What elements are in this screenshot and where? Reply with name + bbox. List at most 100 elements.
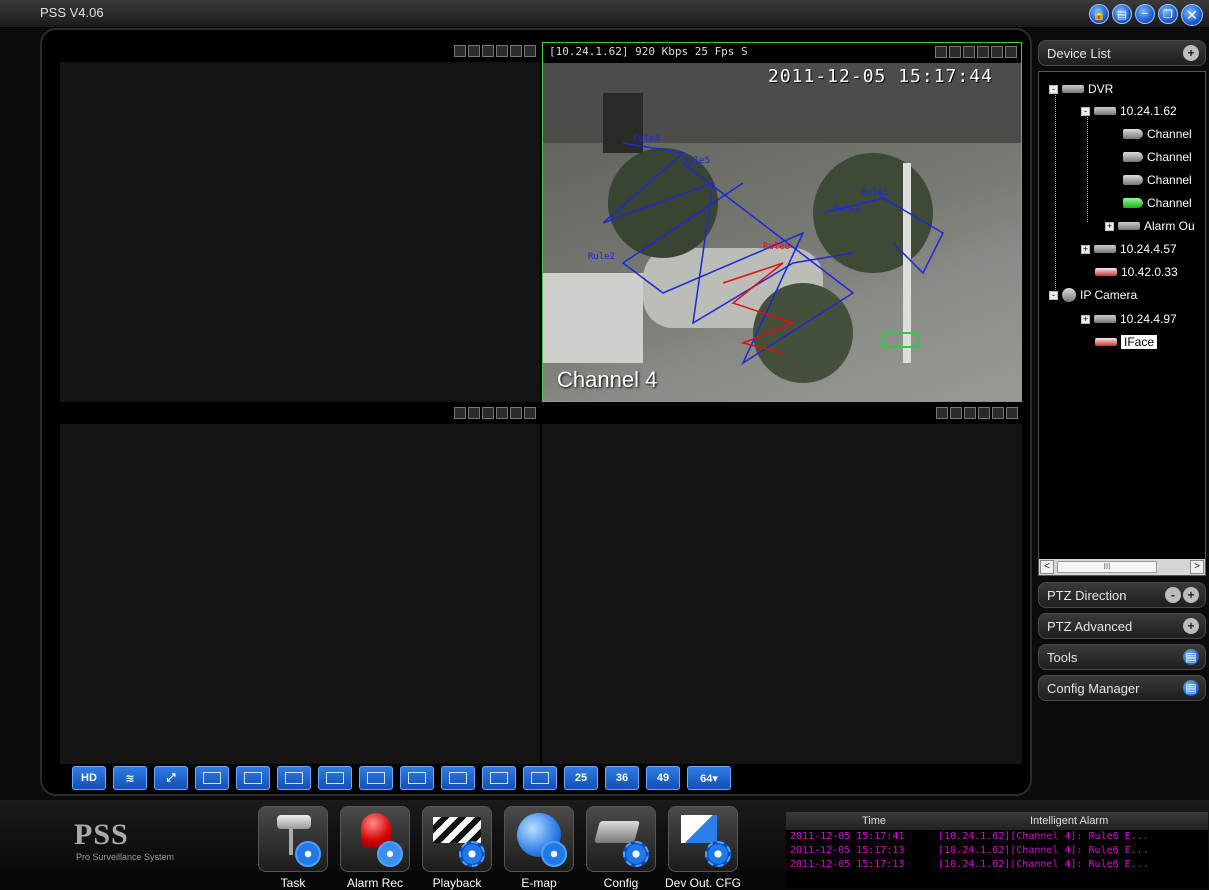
minimize-button[interactable]: −: [1135, 4, 1155, 24]
layout-16-icon[interactable]: [482, 766, 516, 790]
close-pane-icon[interactable]: [524, 407, 536, 419]
tree-node-dvr[interactable]: - DVR: [1049, 82, 1113, 96]
device-list-header[interactable]: Device List +: [1038, 40, 1206, 66]
fullscreen-icon[interactable]: ⤢: [154, 766, 188, 790]
fullscreen-icon[interactable]: [454, 45, 466, 57]
pane-toolbar: [60, 404, 540, 424]
tree-node-channel[interactable]: Channel: [1123, 196, 1192, 210]
stream-info: [10.24.1.62] 920 Kbps 25 Fps S: [549, 45, 748, 58]
playback-button[interactable]: Playback: [422, 806, 492, 890]
record-icon[interactable]: [496, 45, 508, 57]
video-pane-2[interactable]: [10.24.1.62] 920 Kbps 25 Fps S Rule4 Rul…: [542, 42, 1022, 402]
alarm-rec-button[interactable]: Alarm Rec: [340, 806, 410, 890]
record-icon[interactable]: [978, 407, 990, 419]
video-pane-3[interactable]: [60, 404, 540, 764]
add-icon[interactable]: +: [1183, 618, 1199, 634]
config-button[interactable]: Config: [586, 806, 656, 890]
window-controls: 🔒 ▤ − ❐ ✕: [1089, 4, 1203, 26]
list-icon[interactable]: ▤: [1183, 680, 1199, 696]
video-pane-1[interactable]: [60, 42, 540, 402]
dev-out-cfg-icon: [668, 806, 738, 872]
e-map-button[interactable]: E-map: [504, 806, 574, 890]
layout-49-button[interactable]: 49: [646, 766, 680, 790]
rule-label: Rule2: [588, 252, 615, 262]
tree-node-ip-camera[interactable]: - IP Camera: [1049, 288, 1137, 302]
layout-9-icon[interactable]: [359, 766, 393, 790]
sequence-icon[interactable]: ≋: [113, 766, 147, 790]
layout-6-icon[interactable]: [277, 766, 311, 790]
add-icon[interactable]: +: [1183, 45, 1199, 61]
layout-13-icon[interactable]: [441, 766, 475, 790]
tree-node-device[interactable]: 10.42.0.33: [1095, 265, 1178, 279]
list-icon[interactable]: ▤: [1183, 649, 1199, 665]
dev-out-cfg-button[interactable]: Dev Out. CFG: [665, 806, 741, 890]
snapshot-icon[interactable]: [482, 407, 494, 419]
minus-icon[interactable]: -: [1165, 587, 1181, 603]
scroll-thumb[interactable]: III: [1057, 561, 1157, 573]
alarm-row[interactable]: 2011-12-05 15:17:41 [10.24.1.62][Channel …: [786, 830, 1208, 844]
hd-button[interactable]: HD: [72, 766, 106, 790]
layout-4-icon[interactable]: [236, 766, 270, 790]
task-button[interactable]: Task: [258, 806, 328, 890]
layout-8-icon[interactable]: [318, 766, 352, 790]
tree-node-channel[interactable]: Channel: [1123, 173, 1192, 187]
layout-64-dropdown[interactable]: 64▾: [687, 766, 731, 790]
scroll-right-icon[interactable]: >: [1190, 560, 1204, 574]
close-pane-icon[interactable]: [524, 45, 536, 57]
tree-node-device[interactable]: +10.24.4.57: [1081, 242, 1177, 256]
tree-node-channel[interactable]: Channel: [1123, 150, 1192, 164]
close-pane-icon[interactable]: [1006, 407, 1018, 419]
ptz-advanced-header[interactable]: PTZ Advanced +: [1038, 613, 1206, 639]
snapshot-icon[interactable]: [482, 45, 494, 57]
layout-20-icon[interactable]: [523, 766, 557, 790]
alarm-row[interactable]: 2011-12-05 15:17:13 [10.24.1.62][Channel …: [786, 858, 1208, 872]
device-tree: - DVR -10.24.1.62 Channel Channel Channel…: [1038, 71, 1206, 576]
time-column-header[interactable]: Time: [862, 815, 886, 827]
app-launcher: Task Alarm Rec Playback E-map Config Dev…: [258, 806, 741, 890]
brand-logo: PSS: [74, 818, 129, 851]
audio-icon[interactable]: [510, 45, 522, 57]
split-icon[interactable]: [468, 407, 480, 419]
list-icon[interactable]: ▤: [1112, 4, 1132, 24]
tree-node-alarm-out[interactable]: + Alarm Ou: [1105, 219, 1195, 233]
device-icon: [1094, 107, 1116, 115]
audio-icon[interactable]: [991, 46, 1003, 58]
fullscreen-icon[interactable]: [454, 407, 466, 419]
tree-horizontal-scrollbar[interactable]: < III >: [1039, 559, 1205, 575]
layout-36-button[interactable]: 36: [605, 766, 639, 790]
playback-icon: [422, 806, 492, 872]
split-icon[interactable]: [949, 46, 961, 58]
alarm-row[interactable]: 2011-12-05 15:17:13 [10.24.1.62][Channel …: [786, 844, 1208, 858]
tree-node-iface[interactable]: IFace: [1095, 335, 1158, 349]
split-icon[interactable]: [468, 45, 480, 57]
tree-node-device[interactable]: +10.24.4.97: [1081, 312, 1177, 326]
split-icon[interactable]: [950, 407, 962, 419]
alarm-column-header[interactable]: Intelligent Alarm: [1030, 815, 1108, 827]
close-button[interactable]: ✕: [1181, 4, 1203, 26]
add-icon[interactable]: +: [1183, 587, 1199, 603]
snapshot-icon[interactable]: [963, 46, 975, 58]
pane-tool-icons: [454, 407, 536, 419]
snapshot-icon[interactable]: [964, 407, 976, 419]
tree-node-channel[interactable]: Channel: [1123, 127, 1192, 141]
fullscreen-icon[interactable]: [936, 407, 948, 419]
ptz-direction-header[interactable]: PTZ Direction - +: [1038, 582, 1206, 608]
audio-icon[interactable]: [510, 407, 522, 419]
layout-10-icon[interactable]: [400, 766, 434, 790]
video-pane-4[interactable]: [542, 404, 1022, 764]
audio-icon[interactable]: [992, 407, 1004, 419]
lock-icon[interactable]: 🔒: [1089, 4, 1109, 24]
channel-label: Channel 4: [557, 367, 658, 392]
restore-button[interactable]: ❐: [1158, 4, 1178, 24]
fullscreen-icon[interactable]: [935, 46, 947, 58]
alarm-list: Time Intelligent Alarm 2011-12-05 15:17:…: [786, 812, 1208, 888]
close-pane-icon[interactable]: [1005, 46, 1017, 58]
record-icon[interactable]: [977, 46, 989, 58]
layout-1-icon[interactable]: [195, 766, 229, 790]
scroll-left-icon[interactable]: <: [1040, 560, 1054, 574]
config-manager-header[interactable]: Config Manager ▤: [1038, 675, 1206, 701]
tree-node-device[interactable]: -10.24.1.62: [1081, 104, 1177, 118]
record-icon[interactable]: [496, 407, 508, 419]
layout-25-button[interactable]: 25: [564, 766, 598, 790]
tools-header[interactable]: Tools ▤: [1038, 644, 1206, 670]
